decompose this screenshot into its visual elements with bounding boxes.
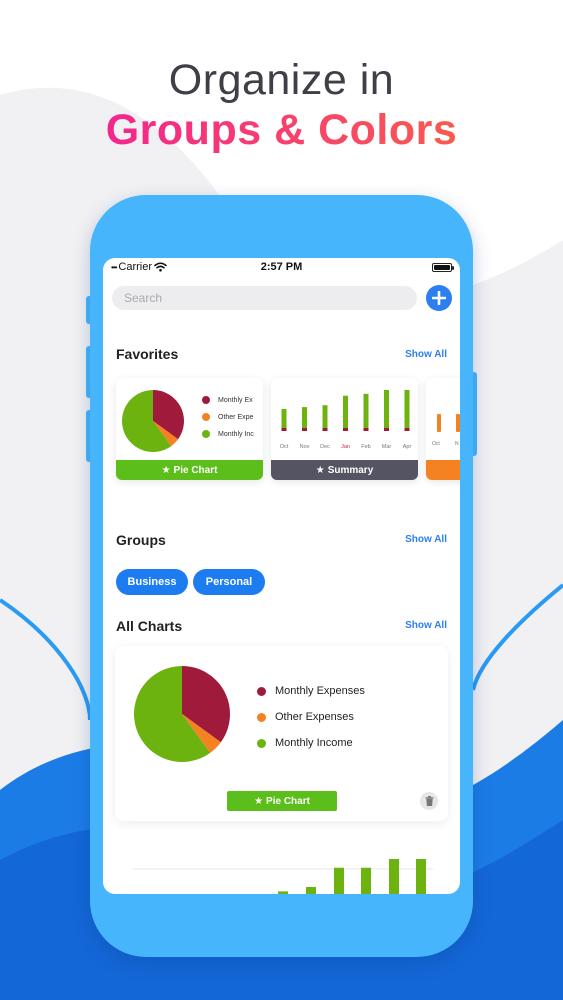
favorite-type-bar: ★ Pie Chart bbox=[116, 460, 263, 480]
partial-bar bbox=[456, 414, 460, 432]
star-icon: ★ bbox=[315, 464, 325, 476]
favorite-type-bar bbox=[426, 460, 460, 480]
chart-card-pie[interactable]: Monthly Expenses Other Expenses Monthly … bbox=[115, 646, 448, 821]
favorite-card-partial[interactable]: Oct N bbox=[426, 378, 460, 480]
summary-bar bbox=[322, 405, 328, 428]
summary-bar bbox=[363, 393, 369, 428]
partial-tick-label: N bbox=[455, 441, 459, 447]
favorites-show-all-link[interactable]: Show All bbox=[405, 349, 447, 360]
legend-item-monthly-expenses: Monthly Expenses bbox=[257, 685, 365, 697]
headline-line-2: Groups & Colors bbox=[0, 106, 563, 155]
groups-show-all-link[interactable]: Show All bbox=[405, 534, 447, 545]
trash-icon bbox=[425, 796, 433, 806]
plus-icon bbox=[432, 291, 446, 305]
summary-tick-label: Apr bbox=[403, 444, 412, 450]
bottom-chart-bar bbox=[361, 867, 371, 894]
bottom-bar-chart-preview bbox=[133, 859, 433, 894]
summary-bar-base bbox=[302, 428, 307, 431]
app-screen: ••• Carrier 2:57 PM Favorites Show All M… bbox=[103, 258, 460, 894]
summary-bar bbox=[384, 390, 389, 428]
groups-title: Groups bbox=[116, 532, 166, 548]
summary-bar-base bbox=[281, 428, 287, 431]
search-input[interactable] bbox=[112, 286, 417, 310]
group-pill-business[interactable]: Business bbox=[116, 569, 188, 595]
partial-bar bbox=[437, 414, 441, 432]
favorite-pie-chart bbox=[121, 390, 184, 452]
bottom-chart-bar bbox=[278, 891, 288, 894]
delete-chart-button[interactable] bbox=[420, 792, 438, 810]
summary-bar bbox=[281, 409, 287, 428]
pie-chart bbox=[134, 666, 230, 762]
headline-line-1: Organize in bbox=[168, 56, 395, 104]
legend-item-other-expenses: Other Expenses bbox=[257, 711, 354, 723]
summary-bar-base bbox=[363, 428, 369, 431]
chart-type-button[interactable]: ★ Pie Chart bbox=[227, 791, 337, 811]
summary-tick-label: Dec bbox=[320, 444, 330, 450]
favorite-type-bar: ★ Summary bbox=[271, 460, 418, 480]
summary-bar bbox=[404, 390, 410, 428]
favorite-card-summary[interactable]: Oct Nov Dec Jan Feb Mar Apr ★ Summary bbox=[271, 378, 418, 480]
star-icon: ★ bbox=[161, 464, 171, 476]
summary-bar bbox=[343, 395, 348, 428]
summary-bar-base bbox=[384, 428, 389, 431]
star-icon: ★ bbox=[254, 795, 264, 807]
bottom-chart-bar bbox=[389, 859, 399, 894]
add-chart-button[interactable] bbox=[426, 285, 452, 311]
favorite-summary-bar-chart: Oct Nov Dec Jan Feb Mar Apr bbox=[280, 390, 412, 450]
bottom-chart-bar bbox=[306, 887, 316, 894]
bottom-chart-bar bbox=[334, 867, 344, 894]
bottom-chart-bar bbox=[416, 859, 426, 894]
summary-bar-base bbox=[343, 428, 348, 431]
legend-item-monthly-income: Monthly Income bbox=[257, 737, 353, 749]
summary-bar bbox=[302, 407, 307, 428]
status-time: 2:57 PM bbox=[260, 261, 303, 273]
all-charts-title: All Charts bbox=[116, 618, 183, 634]
favorite-legend-item: Other Expe bbox=[202, 413, 253, 421]
summary-tick-label: Mar bbox=[382, 444, 392, 450]
group-pill-personal[interactable]: Personal bbox=[193, 569, 265, 595]
summary-tick-label: Oct bbox=[280, 444, 289, 450]
favorite-card-pie[interactable]: Monthly Ex Other Expe Monthly Inc ★ Pie … bbox=[116, 378, 263, 480]
summary-tick-label: Nov bbox=[300, 444, 310, 450]
favorite-legend-item: Monthly Ex bbox=[202, 396, 253, 404]
status-bar: ••• Carrier 2:57 PM bbox=[103, 258, 460, 278]
summary-bar-base bbox=[322, 428, 328, 431]
favorites-title: Favorites bbox=[116, 346, 179, 362]
favorite-legend-item: Monthly Inc bbox=[202, 430, 254, 438]
summary-bar-base bbox=[404, 428, 410, 431]
all-charts-show-all-link[interactable]: Show All bbox=[405, 620, 447, 631]
summary-tick-label: Jan bbox=[341, 444, 350, 450]
battery-icon bbox=[432, 263, 454, 272]
summary-tick-label: Feb bbox=[361, 444, 370, 450]
partial-tick-label: Oct bbox=[432, 441, 440, 447]
